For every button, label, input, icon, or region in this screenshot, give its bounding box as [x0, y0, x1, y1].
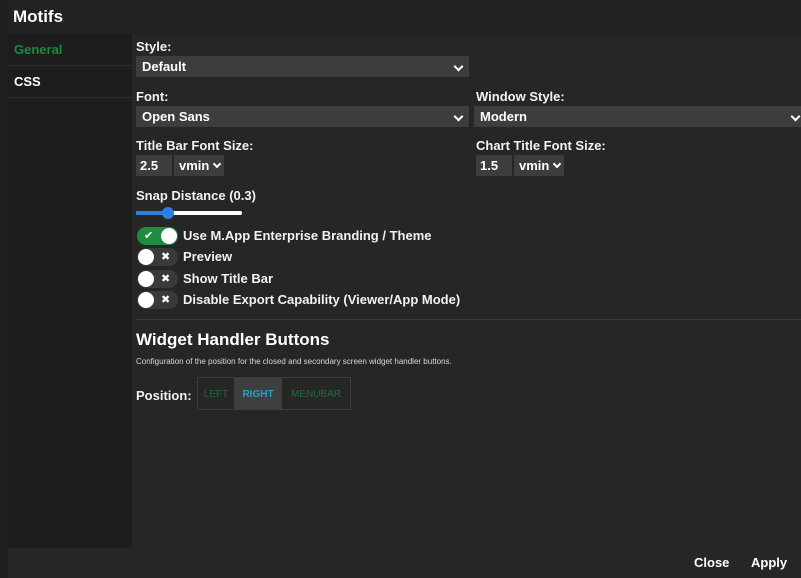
- show-title-bar-toggle-label: Show Title Bar: [183, 271, 274, 286]
- toggle-knob: [138, 271, 154, 287]
- unit-value: vmin: [179, 158, 210, 173]
- position-option-left[interactable]: LEFT: [197, 377, 235, 410]
- apply-button[interactable]: Apply: [751, 555, 787, 570]
- dialog-footer: Close Apply: [8, 548, 801, 578]
- sidebar-item-general[interactable]: General: [8, 34, 132, 66]
- snap-distance-label: Snap Distance (0.3): [136, 188, 256, 203]
- position-option-menubar[interactable]: MENUBAR: [281, 377, 351, 410]
- chevron-down-icon: [453, 111, 464, 122]
- title-bar-font-size-label: Title Bar Font Size:: [136, 138, 254, 153]
- chart-title-font-size-input[interactable]: 1.5: [476, 155, 512, 176]
- section-divider: [136, 319, 801, 320]
- widget-handler-description: Configuration of the position for the cl…: [136, 357, 452, 366]
- general-settings-panel: Style: Default Font: Open Sans Window St…: [132, 34, 801, 548]
- chevron-down-icon: [552, 159, 562, 169]
- preview-toggle-label: Preview: [183, 249, 233, 264]
- window-left-edge: [0, 0, 8, 578]
- window-style-label: Window Style:: [476, 89, 565, 104]
- font-select[interactable]: Open Sans: [136, 106, 469, 127]
- slider-thumb[interactable]: [161, 207, 174, 219]
- disable-export-toggle-label: Disable Export Capability (Viewer/App Mo…: [183, 292, 461, 307]
- show-title-bar-toggle[interactable]: ✖: [137, 270, 178, 288]
- unit-value: vmin: [519, 158, 550, 173]
- position-label: Position:: [136, 388, 192, 403]
- branding-toggle-label: Use M.App Enterprise Branding / Theme: [183, 228, 432, 243]
- x-icon: ✖: [161, 273, 171, 285]
- disable-export-toggle[interactable]: ✖: [137, 291, 178, 309]
- font-label: Font:: [136, 89, 169, 104]
- sidebar-item-css[interactable]: CSS: [8, 66, 132, 98]
- window-style-select[interactable]: Modern: [474, 106, 801, 127]
- style-select-value: Default: [142, 59, 187, 74]
- style-label: Style:: [136, 39, 172, 54]
- chart-title-font-size-label: Chart Title Font Size:: [476, 138, 606, 153]
- title-bar-font-size-input[interactable]: 2.5: [136, 155, 172, 176]
- check-icon: ✔: [144, 230, 154, 242]
- x-icon: ✖: [161, 251, 171, 263]
- snap-distance-slider[interactable]: [136, 207, 242, 219]
- toggle-knob: [161, 228, 177, 244]
- close-button[interactable]: Close: [694, 555, 729, 570]
- chevron-down-icon: [790, 111, 801, 122]
- font-select-value: Open Sans: [142, 109, 210, 124]
- widget-handler-title: Widget Handler Buttons: [136, 330, 330, 349]
- chevron-down-icon: [453, 61, 464, 72]
- style-select[interactable]: Default: [136, 56, 469, 77]
- chart-title-font-size-unit-select[interactable]: vmin: [514, 155, 564, 176]
- position-option-right[interactable]: RIGHT: [234, 377, 282, 410]
- toggle-knob: [138, 292, 154, 308]
- x-icon: ✖: [161, 294, 171, 306]
- title-bar-font-size-unit-select[interactable]: vmin: [174, 155, 224, 176]
- preview-toggle[interactable]: ✖: [137, 248, 178, 266]
- title-bar: Motifs: [8, 0, 801, 34]
- sidebar: General CSS: [8, 34, 132, 548]
- window-title: Motifs: [13, 7, 64, 26]
- branding-toggle[interactable]: ✔: [137, 227, 178, 245]
- chevron-down-icon: [212, 159, 222, 169]
- window-style-select-value: Modern: [480, 109, 527, 124]
- toggle-knob: [138, 249, 154, 265]
